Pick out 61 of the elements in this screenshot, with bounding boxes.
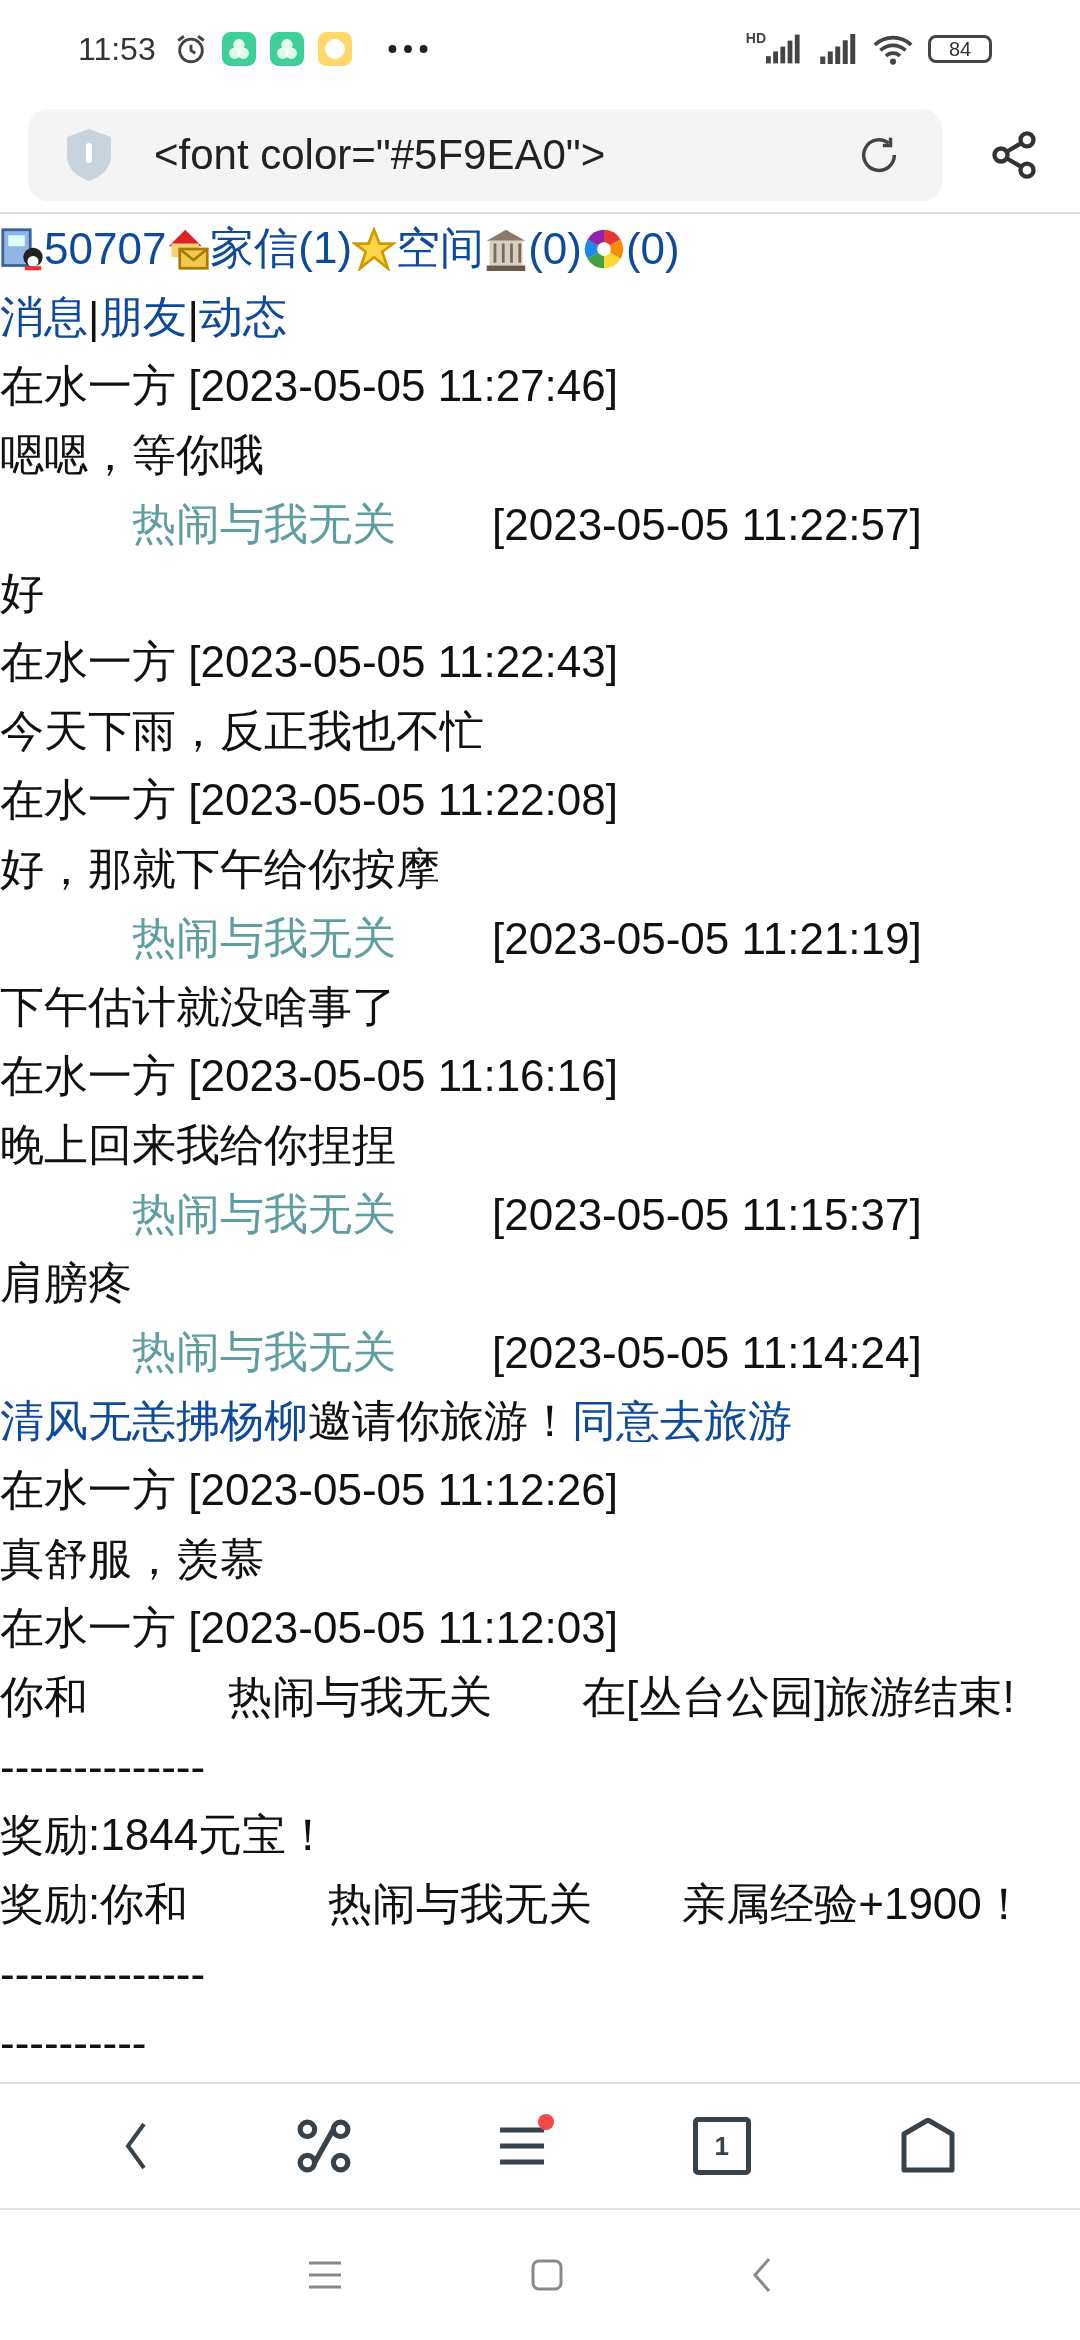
text: 在水一方 [2023-05-05 11:12:26] bbox=[0, 1464, 618, 1516]
text: ---------- bbox=[0, 2017, 147, 2068]
text: 晚上回来我给你捏捏 bbox=[0, 1119, 396, 1171]
text: | bbox=[187, 292, 199, 343]
text: [2023-05-05 11:22:57] bbox=[492, 499, 922, 550]
shield-icon bbox=[64, 127, 114, 183]
address-bar[interactable]: <font color="#5F9EA0"> bbox=[28, 109, 942, 201]
signal-icon bbox=[766, 34, 802, 64]
text: -------------- bbox=[0, 1741, 206, 1792]
text: 真舒服，羡慕 bbox=[0, 1533, 264, 1585]
text: 好，那就下午给你按摩 bbox=[0, 843, 440, 895]
text: 亲属经验+1900！ bbox=[682, 1878, 1026, 1930]
text-link[interactable]: (0) bbox=[528, 223, 582, 274]
user-name: 热闹与我无关 bbox=[327, 1878, 594, 1930]
text: [2023-05-05 11:15:37] bbox=[492, 1189, 922, 1240]
text: [2023-05-05 11:14:24] bbox=[492, 1327, 922, 1378]
text: 在水一方 [2023-05-05 11:16:16] bbox=[0, 1050, 618, 1102]
app-notification-icon bbox=[269, 32, 304, 66]
user-name: 热闹与我无关 bbox=[131, 912, 397, 964]
text: -------------- bbox=[0, 1948, 206, 1999]
text-link[interactable]: 清风无恙拂杨柳 bbox=[0, 1392, 308, 1451]
text: | bbox=[88, 292, 100, 343]
text: 好 bbox=[0, 567, 44, 619]
clock-time: 11:53 bbox=[78, 30, 156, 68]
more-icon bbox=[387, 44, 428, 54]
text: 今天下雨，反正我也不忙 bbox=[0, 705, 484, 757]
app-notification-icon bbox=[317, 32, 352, 66]
text: 在水一方 [2023-05-05 11:22:08] bbox=[0, 774, 618, 826]
text: 邀请你旅游！ bbox=[308, 1395, 572, 1447]
text: 在水一方 [2023-05-05 11:22:43] bbox=[0, 636, 618, 688]
text: 在水一方 [2023-05-05 11:27:46] bbox=[0, 360, 618, 412]
text-link[interactable]: 消息 bbox=[0, 288, 88, 347]
text: [2023-05-05 11:21:19] bbox=[492, 913, 922, 964]
text: 在[丛台公园]旅游结束! bbox=[582, 1671, 1015, 1723]
text: 下午估计就没啥事了 bbox=[0, 981, 396, 1033]
signal-icon bbox=[820, 34, 858, 64]
text-link[interactable]: (0) bbox=[625, 223, 680, 274]
text-link[interactable]: 家信(1) bbox=[210, 219, 353, 278]
url-text: <font color="#5F9EA0"> bbox=[154, 131, 607, 179]
tabs-button[interactable]: 1 bbox=[692, 2117, 751, 2175]
app-notification-icon bbox=[221, 32, 256, 66]
text-link[interactable]: 同意去旅游 bbox=[572, 1392, 792, 1451]
text: 奖励:1844元宝！ bbox=[0, 1809, 331, 1861]
text: 嗯嗯，等你哦 bbox=[0, 429, 264, 481]
battery-icon: 84 bbox=[928, 35, 992, 63]
text-link[interactable]: 动态 bbox=[198, 288, 287, 347]
text: 奖励:你和 bbox=[0, 1878, 189, 1930]
home-icon[interactable] bbox=[899, 2118, 956, 2174]
text-link[interactable]: 朋友 bbox=[99, 288, 188, 347]
text-link[interactable]: 空间 bbox=[396, 219, 485, 278]
user-name: 热闹与我无关 bbox=[131, 498, 397, 550]
user-name: 热闹与我无关 bbox=[131, 1326, 397, 1378]
text: 肩膀疼 bbox=[0, 1257, 132, 1309]
user-name: 热闹与我无关 bbox=[131, 1188, 397, 1240]
text: 在水一方 [2023-05-05 11:12:03] bbox=[0, 1602, 618, 1654]
star-icon bbox=[352, 226, 397, 271]
user-name: 热闹与我无关 bbox=[227, 1671, 493, 1723]
text: 你和 bbox=[0, 1671, 88, 1723]
text-link[interactable]: 50707 bbox=[44, 223, 167, 274]
network-label: HD bbox=[745, 30, 766, 46]
menu-icon[interactable] bbox=[500, 2126, 544, 2166]
